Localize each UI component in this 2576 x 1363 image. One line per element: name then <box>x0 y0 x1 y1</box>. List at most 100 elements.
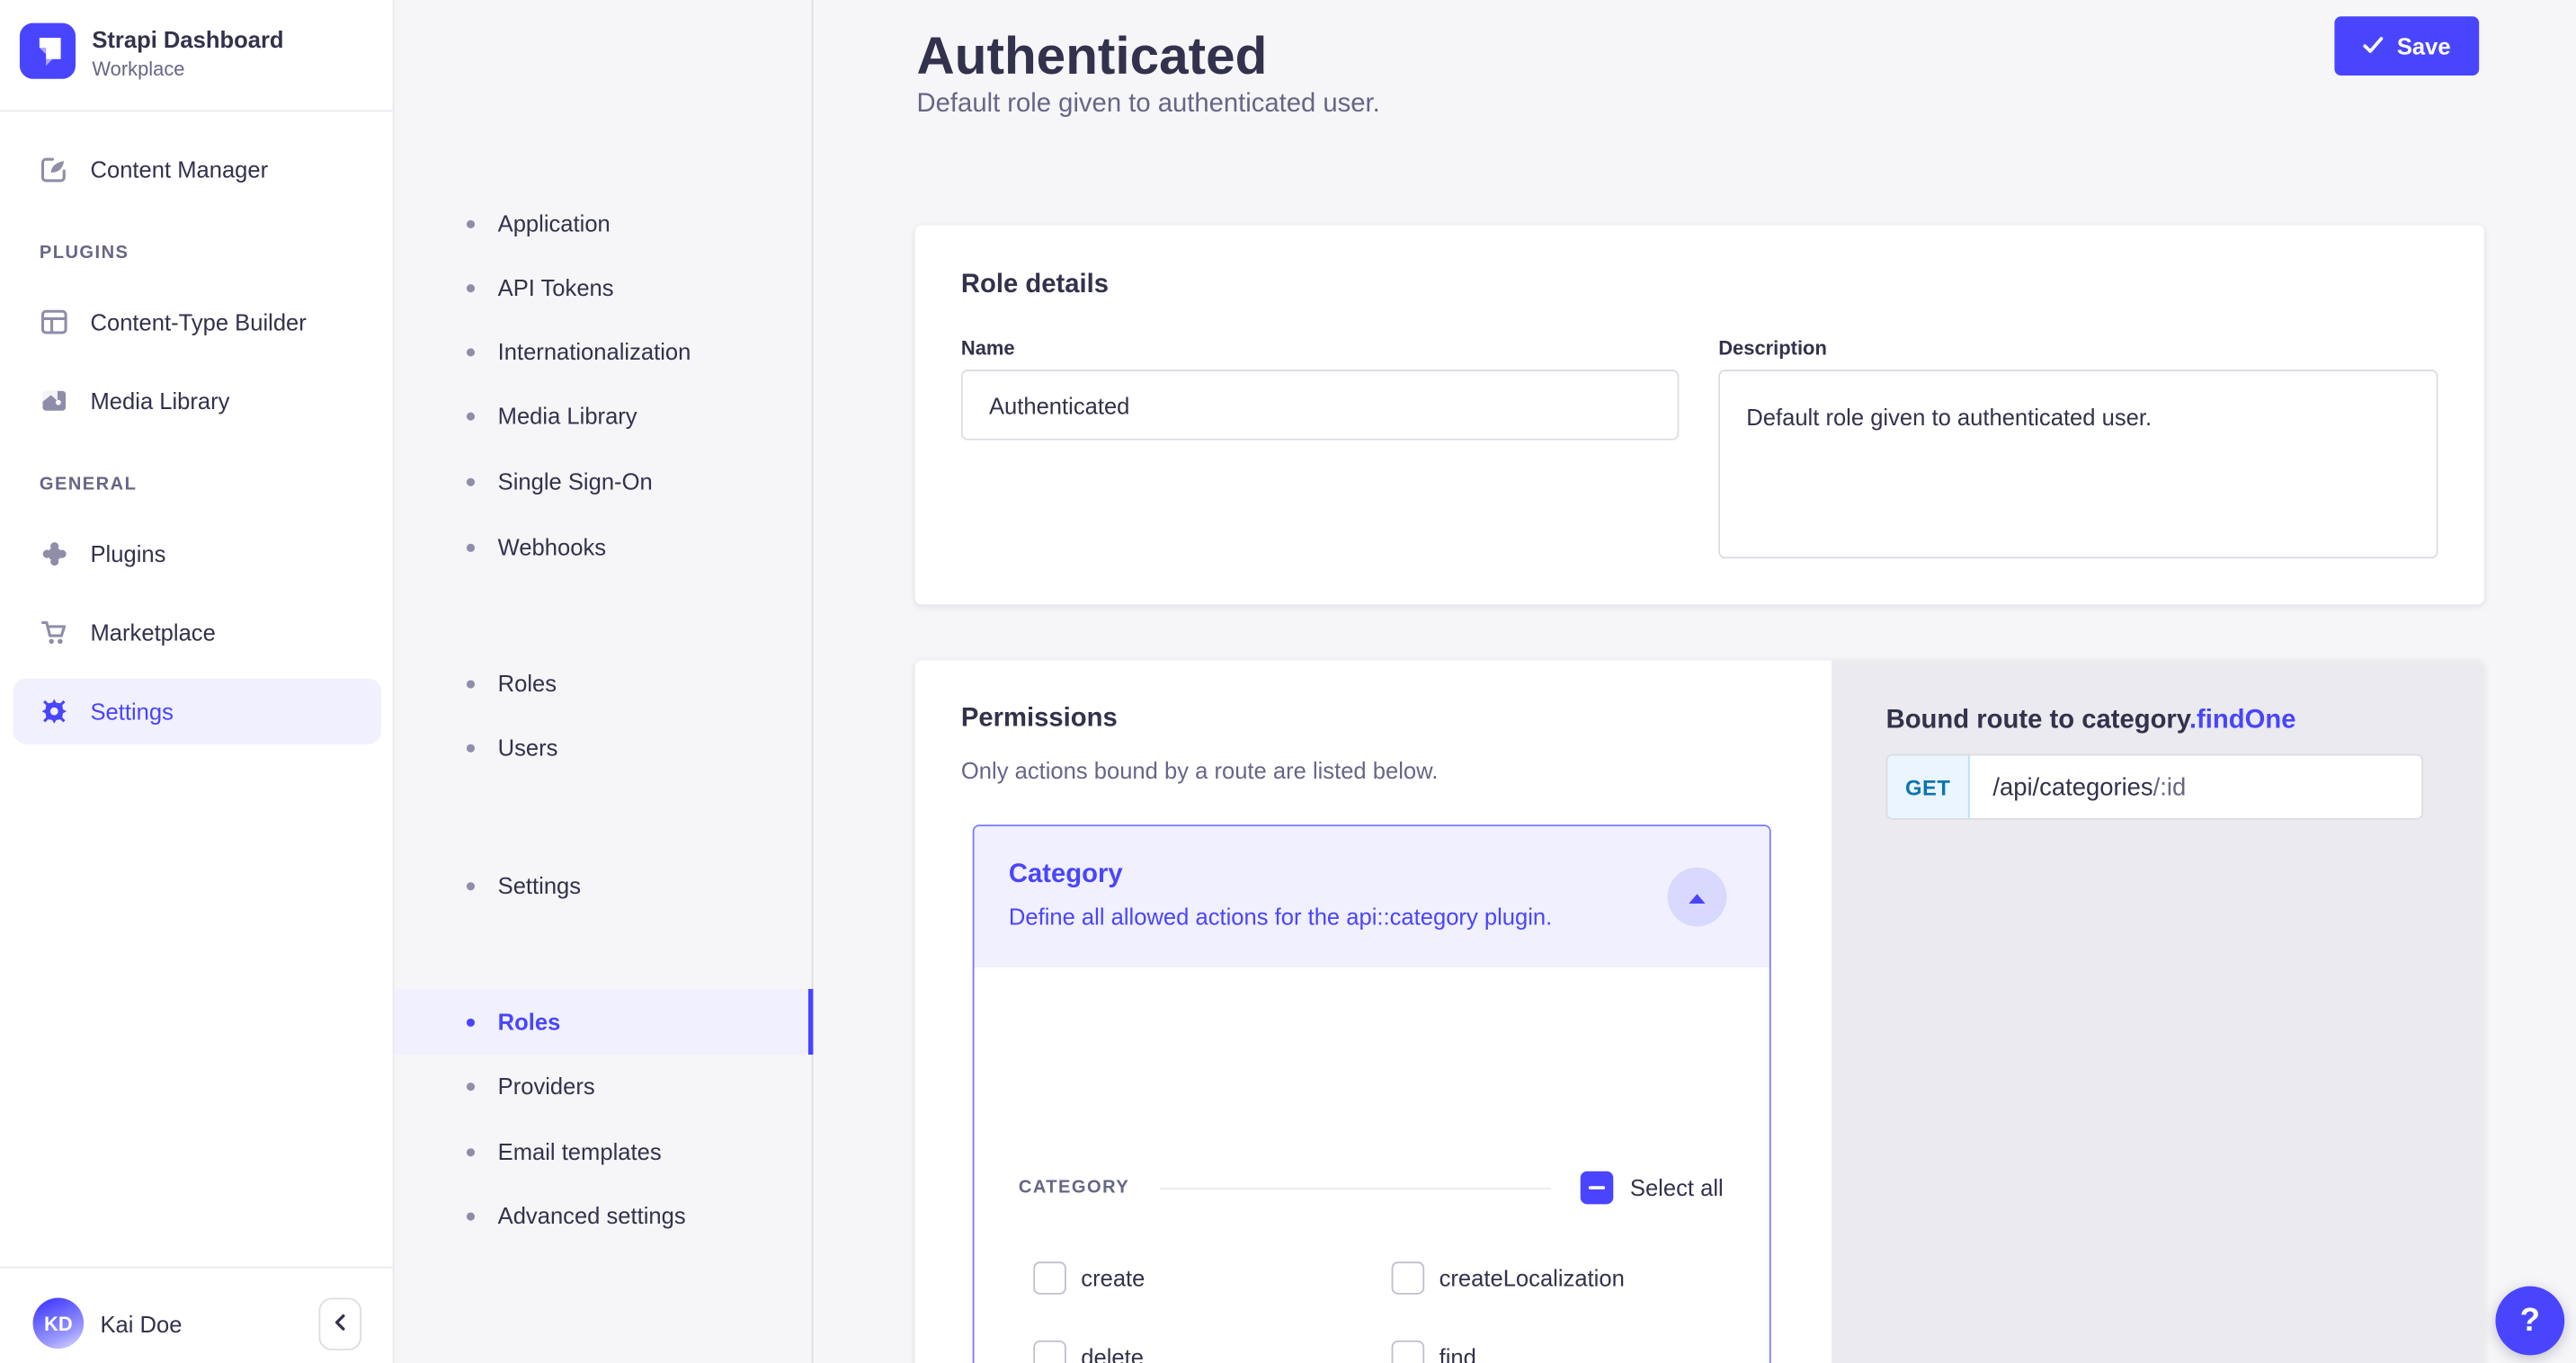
nav-section-general: GENERAL <box>40 475 138 494</box>
question-mark-icon: ? <box>2520 1302 2540 1340</box>
subnav-item-application[interactable]: Application <box>395 191 814 256</box>
sidebar-item-settings[interactable]: Settings <box>13 679 381 744</box>
bullet-icon <box>467 744 475 752</box>
check-icon <box>2362 33 2384 59</box>
page-subtitle: Default role given to authenticated user… <box>917 90 1380 120</box>
category-accordion: Category Define all allowed actions for … <box>973 824 1771 1363</box>
route-param: /:id <box>2153 773 2187 801</box>
sidebar-collapse-button[interactable] <box>318 1297 361 1350</box>
checkbox-row-createLocalization[interactable]: createLocalization <box>1392 1259 1625 1298</box>
help-button[interactable]: ? <box>2495 1287 2564 1356</box>
sidebar-item-marketplace[interactable]: Marketplace <box>13 600 381 665</box>
workspace-subtitle: Workplace <box>92 58 184 81</box>
indeterminate-icon <box>1589 1186 1605 1190</box>
select-all-label: Select all <box>1630 1174 1724 1200</box>
user-name: Kai Doe <box>100 1311 182 1337</box>
subnav-item-internationalization[interactable]: Internationalization <box>395 318 814 384</box>
bound-route-action: .findOne <box>2189 707 2296 735</box>
bullet-icon <box>467 1212 475 1220</box>
settings-subnav: Settings GLOBAL SETTINGS Application API… <box>395 0 814 1363</box>
checkbox-row-delete[interactable]: delete <box>1033 1337 1144 1363</box>
route-display: GET /api/categories/:id <box>1886 754 2423 820</box>
delete-checkbox[interactable] <box>1033 1341 1066 1363</box>
cart-icon <box>40 618 69 647</box>
subnav-item-admin-users[interactable]: Users <box>395 715 814 780</box>
main-sidebar: Strapi Dashboard Workplace Content Manag… <box>0 0 395 1363</box>
name-input[interactable]: Authenticated <box>961 370 1679 441</box>
app-root: Strapi Dashboard Workplace Content Manag… <box>0 0 2576 1363</box>
sidebar-footer-divider <box>0 1267 393 1269</box>
sidebar-item-label: Settings <box>90 699 173 725</box>
checkbox-row-create[interactable]: create <box>1033 1259 1145 1298</box>
save-button[interactable]: Save <box>2334 16 2478 76</box>
workspace-title: Strapi Dashboard <box>92 26 283 52</box>
subnav-item-advanced-settings[interactable]: Advanced settings <box>395 1183 814 1249</box>
role-details-card: Role details Name Authenticated Descript… <box>915 225 2484 604</box>
description-textarea[interactable]: Default role given to authenticated user… <box>1718 370 2438 558</box>
bound-route-heading: Bound route to category.findOne <box>1886 707 2296 736</box>
chevron-up-icon <box>1688 885 1707 909</box>
page-title: Authenticated <box>917 26 1268 87</box>
bullet-icon <box>467 412 475 420</box>
subnav-item-api-tokens[interactable]: API Tokens <box>395 254 814 320</box>
bullet-icon <box>467 1147 475 1155</box>
subnav-item-admin-roles[interactable]: Roles <box>395 651 814 717</box>
sidebar-item-content-type-builder[interactable]: Content-Type Builder <box>13 290 381 355</box>
bullet-icon <box>467 543 475 551</box>
category-group-label: CATEGORY <box>1019 1178 1129 1198</box>
subnav-item-email-templates[interactable]: Email templates <box>395 1118 814 1184</box>
accordion-title: Category <box>1009 860 1123 890</box>
checkbox-row-find[interactable]: find <box>1392 1337 1476 1363</box>
sidebar-item-label: Content-Type Builder <box>90 309 306 335</box>
subnav-item-media-library[interactable]: Media Library <box>395 383 814 449</box>
puzzle-icon <box>40 539 69 568</box>
subnav-item-up-roles[interactable]: Roles <box>395 989 814 1055</box>
select-all-checkbox[interactable] <box>1581 1171 1614 1205</box>
category-accordion-header[interactable]: Category Define all allowed actions for … <box>975 826 1769 967</box>
chevron-left-icon <box>332 1312 348 1336</box>
permissions-heading: Permissions <box>961 705 1118 735</box>
avatar[interactable]: KD <box>33 1297 85 1349</box>
sidebar-item-plugins[interactable]: Plugins <box>13 521 381 586</box>
subnav-item-providers[interactable]: Providers <box>395 1053 814 1118</box>
bullet-icon <box>467 1018 475 1026</box>
permissions-card: Permissions Only actions bound by a rout… <box>915 661 2484 1363</box>
category-accordion-body: CATEGORY Select all cr <box>975 967 1769 1363</box>
role-details-heading: Role details <box>961 271 1109 300</box>
bullet-icon <box>467 881 475 889</box>
find-checkbox[interactable] <box>1392 1341 1425 1363</box>
group-divider <box>1159 1187 1551 1189</box>
bullet-icon <box>467 680 475 688</box>
pencil-square-icon <box>40 155 69 184</box>
sidebar-item-label: Content Manager <box>90 156 268 183</box>
bullet-icon <box>467 219 475 227</box>
nav-section-plugins: PLUGINS <box>40 243 129 263</box>
image-icon <box>40 386 69 415</box>
sidebar-item-media-library[interactable]: Media Library <box>13 368 381 433</box>
description-label: Description <box>1718 337 1827 361</box>
subnav-item-webhooks[interactable]: Webhooks <box>395 514 814 580</box>
subnav-item-email-settings[interactable]: Settings <box>395 852 814 918</box>
gear-icon <box>40 697 69 726</box>
bullet-icon <box>467 283 475 291</box>
bullet-icon <box>467 347 475 355</box>
layout-icon <box>40 307 69 337</box>
category-group-row: CATEGORY Select all <box>1019 1171 1724 1205</box>
create-checkbox[interactable] <box>1033 1261 1066 1295</box>
sidebar-item-label: Marketplace <box>90 619 215 646</box>
main-content: Authenticated Default role given to auth… <box>813 0 2576 1363</box>
route-path: /api/categories/:id <box>1970 755 2186 817</box>
createLocalization-checkbox[interactable] <box>1392 1261 1425 1295</box>
bullet-icon <box>467 477 475 486</box>
bound-route-panel: Bound route to category.findOne GET /api… <box>1832 661 2483 1363</box>
bullet-icon <box>467 1082 475 1090</box>
name-label: Name <box>961 337 1015 361</box>
sidebar-item-content-manager[interactable]: Content Manager <box>13 137 381 202</box>
sidebar-item-label: Media Library <box>90 388 229 414</box>
http-method-badge: GET <box>1887 755 1969 817</box>
permissions-subtitle: Only actions bound by a route are listed… <box>961 757 1438 783</box>
subnav-item-single-sign-on[interactable]: Single Sign-On <box>395 449 814 514</box>
workspace-header[interactable]: Strapi Dashboard Workplace <box>0 0 393 111</box>
accordion-collapse-button[interactable] <box>1668 868 1727 927</box>
sidebar-item-label: Plugins <box>90 540 165 566</box>
